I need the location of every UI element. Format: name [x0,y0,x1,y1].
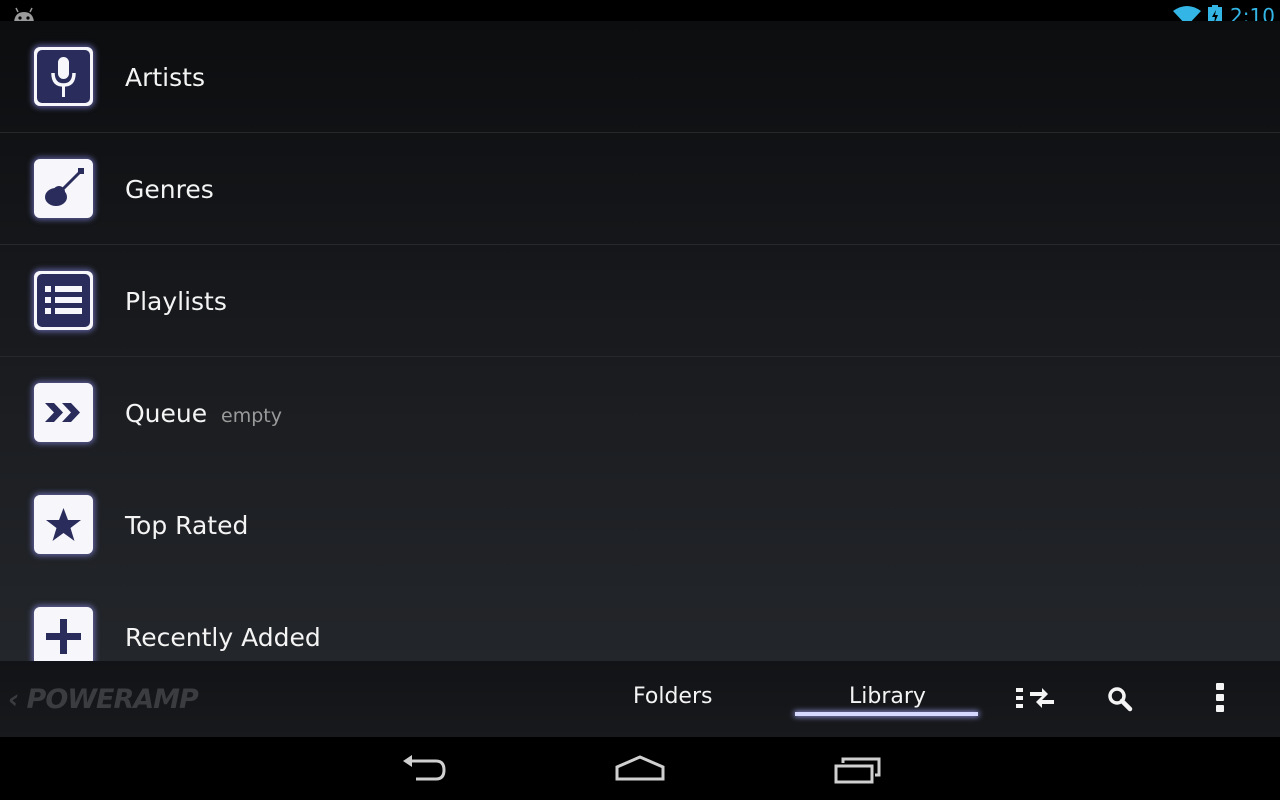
list-item-label: Playlists [125,287,227,316]
list-item-genres[interactable]: Genres [0,133,1280,245]
list-item-label: Top Rated [125,511,249,540]
list-item-artists[interactable]: Artists [0,21,1280,133]
list-icon [34,271,93,330]
library-list[interactable]: Artists Genres Playlists Queue empty Top… [0,21,1280,661]
back-icon[interactable] [400,755,448,785]
list-item-top-rated[interactable]: Top Rated [0,469,1280,581]
list-item-label: Queue [125,399,208,428]
tab-library[interactable]: Library [849,684,926,709]
plus-icon [34,607,93,661]
list-item-label: Recently Added [125,623,321,652]
overflow-menu-icon[interactable] [1214,682,1226,714]
sort-icon[interactable] [1014,686,1056,710]
list-item-label: Artists [125,63,205,92]
star-icon [34,495,93,554]
microphone-icon [34,47,93,106]
tab-selected-indicator [795,712,978,716]
tab-folders[interactable]: Folders [633,684,712,709]
list-item-label: Genres [125,175,214,204]
list-item-status: empty [221,405,282,427]
guitar-icon [34,159,93,218]
home-icon[interactable] [614,754,666,782]
search-icon[interactable] [1107,686,1133,712]
double-arrow-icon [34,383,93,442]
list-item-queue[interactable]: Queue empty [0,357,1280,469]
list-item-playlists[interactable]: Playlists [0,245,1280,357]
poweramp-logo[interactable]: ‹ POWERAMP [8,684,199,715]
recent-apps-icon[interactable] [834,756,882,784]
logo-text: POWERAMP [26,684,199,715]
list-item-recently-added[interactable]: Recently Added [0,581,1280,661]
